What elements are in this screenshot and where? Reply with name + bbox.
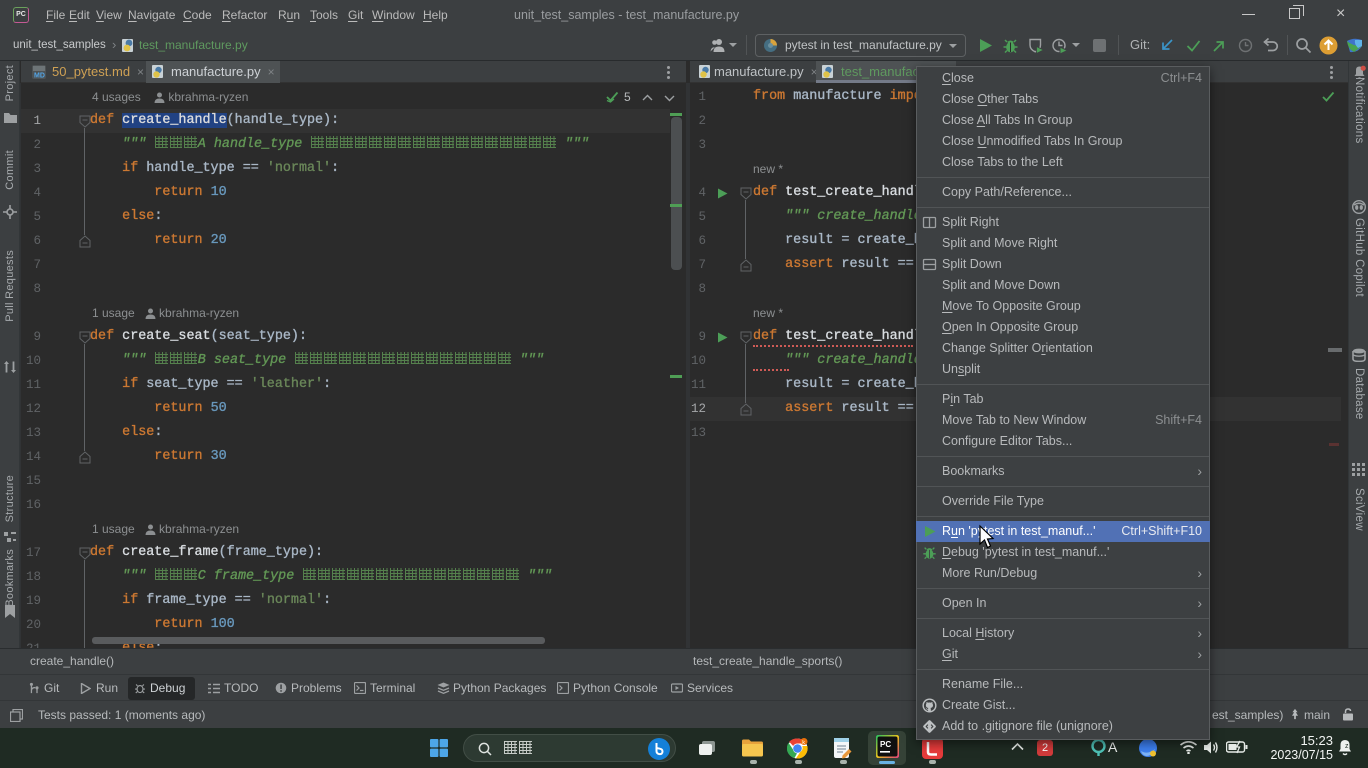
- svg-text:z: z: [1345, 743, 1349, 750]
- svg-text:MD: MD: [34, 73, 45, 80]
- svg-text:PC: PC: [880, 740, 891, 749]
- svg-text:k: k: [802, 740, 805, 746]
